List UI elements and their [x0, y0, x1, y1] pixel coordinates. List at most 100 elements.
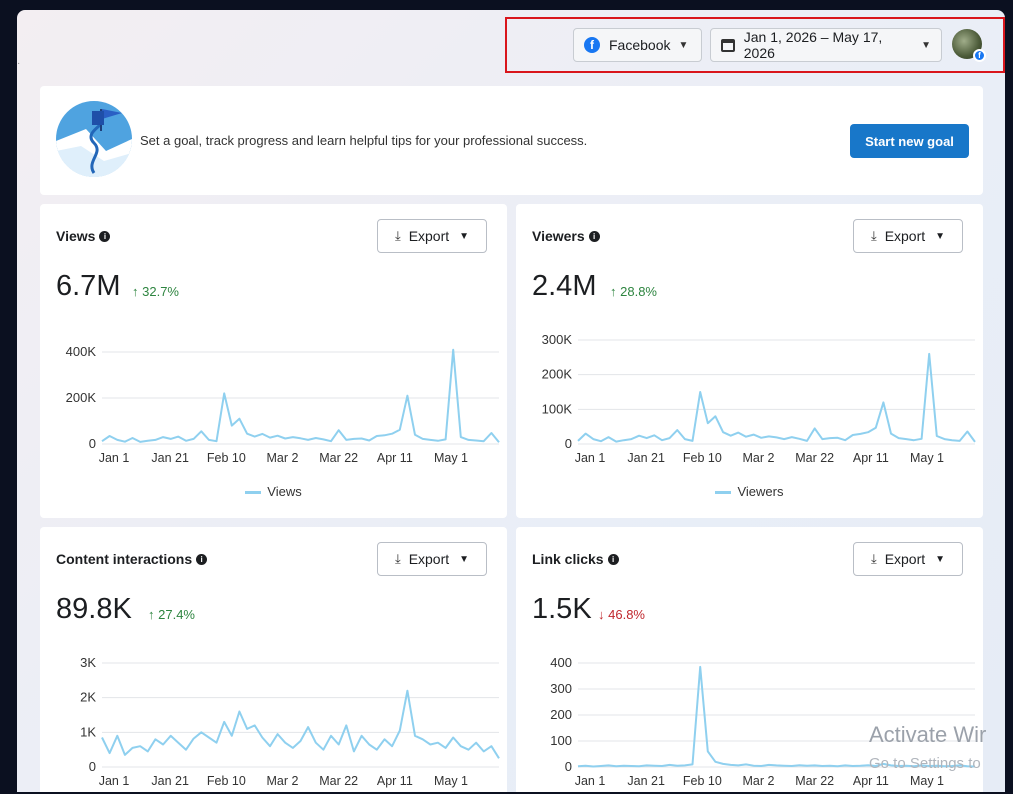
x-tick-label: Mar 22 [319, 774, 358, 788]
x-tick-label: Apr 11 [377, 774, 413, 788]
viewers-chart: 0 100K 200K 300K Jan 1 Jan 21 Feb 10 Mar 2 Mar 2… [542, 332, 976, 465]
x-tick-label: Feb 10 [207, 451, 246, 465]
metric-change: ↓ 46.8% [598, 607, 645, 622]
export-button[interactable]: ⤓ Export ▼ [377, 542, 487, 576]
download-icon: ⤓ [394, 228, 401, 243]
y-tick-label: 200 [550, 707, 572, 722]
chevron-down-icon: ▼ [935, 553, 946, 565]
metric-change: ↑ 32.7% [132, 284, 179, 299]
x-tick-label: Jan 21 [151, 451, 189, 465]
metric-change: ↑ 28.8% [610, 284, 657, 299]
metric-value: 6.7M [56, 270, 121, 302]
legend-swatch [245, 491, 262, 495]
x-tick-label: Mar 2 [743, 774, 775, 788]
x-tick-label: Jan 21 [627, 451, 665, 465]
x-tick-label: Feb 10 [683, 774, 722, 788]
viewers-card: Viewers i ⤓ Export ▼ 2.4M ↑ 28.8% 0 100K 2… [516, 204, 983, 518]
x-tick-label: Mar 2 [267, 774, 299, 788]
download-icon: ⤓ [870, 551, 877, 566]
card-title-text: Viewers [532, 228, 585, 244]
card-title: Viewers i [532, 228, 600, 244]
card-title: Views i [56, 228, 111, 244]
info-icon[interactable]: i [196, 553, 208, 565]
metric-change-value: 27.4% [158, 607, 195, 622]
export-button[interactable]: ⤓ Export ▼ [853, 542, 963, 576]
info-icon[interactable]: i [588, 230, 600, 242]
x-tick-label: Mar 22 [795, 451, 834, 465]
date-range-label: Jan 1, 2026 – May 17, 2026 [743, 29, 883, 61]
info-icon[interactable]: i [607, 553, 619, 565]
x-tick-label: May 1 [434, 774, 468, 788]
y-tick-label: 3K [80, 655, 96, 670]
topbar-highlight: f Facebook ▼ Jan 1, 2026 – May 17, 2026 … [505, 17, 1005, 73]
y-tick-label: 400 [550, 655, 572, 670]
export-label: Export [408, 551, 450, 567]
metric-value: 89.8K [56, 593, 132, 625]
x-tick-label: Jan 1 [575, 451, 606, 465]
chart-legend: Views [40, 484, 507, 499]
export-label: Export [408, 228, 450, 244]
export-label: Export [884, 228, 926, 244]
x-tick-label: May 1 [910, 774, 944, 788]
metric-change: ↑ 27.4% [148, 607, 195, 622]
x-tick-label: Jan 21 [627, 774, 665, 788]
avatar[interactable]: f [952, 29, 986, 62]
info-icon[interactable]: i [99, 230, 111, 242]
series-line [577, 352, 976, 443]
x-tick-label: May 1 [910, 451, 944, 465]
y-tick-label: 100 [550, 733, 572, 748]
y-tick-label: 300K [542, 332, 573, 347]
platform-label: Facebook [609, 37, 671, 53]
calendar-icon [721, 38, 735, 52]
x-tick-label: Mar 2 [743, 451, 775, 465]
x-tick-label: Feb 10 [683, 451, 722, 465]
chart-legend: Viewers [516, 484, 983, 499]
start-new-goal-button[interactable]: Start new goal [850, 124, 969, 158]
y-tick-label: 2K [80, 690, 96, 705]
x-tick-label: May 1 [434, 451, 468, 465]
y-tick-label: 200K [542, 367, 573, 382]
card-title: Link clicks i [532, 551, 619, 567]
goal-description: Set a goal, track progress and learn hel… [140, 133, 588, 148]
y-tick-label: 1K [80, 724, 96, 739]
link-clicks-card: Link clicks i ⤓ Export ▼ 1.5K ↓ 46.8% 0 1… [516, 527, 983, 792]
views-chart: 0 200K 400K Jan 1 Jan 21 Feb 10 Mar 2 Mar 22 Apr… [66, 344, 500, 465]
x-tick-label: Jan 1 [99, 451, 130, 465]
facebook-icon: f [584, 37, 600, 53]
chevron-down-icon: ▼ [921, 39, 931, 51]
chevron-down-icon: ▼ [935, 230, 946, 242]
x-tick-label: Mar 22 [795, 774, 834, 788]
x-tick-label: Apr 11 [853, 774, 889, 788]
side-mark: · [17, 58, 21, 69]
date-range-dropdown[interactable]: Jan 1, 2026 – May 17, 2026 ▼ [710, 28, 942, 62]
y-tick-label: 0 [89, 759, 96, 774]
platform-dropdown[interactable]: f Facebook ▼ [573, 28, 702, 62]
content-interactions-card: Content interactions i ⤓ Export ▼ 89.8K … [40, 527, 507, 792]
x-tick-label: Jan 1 [575, 774, 606, 788]
y-tick-label: 300 [550, 681, 572, 696]
metric-change-value: 46.8% [608, 607, 645, 622]
x-tick-label: Apr 11 [377, 451, 413, 465]
export-button[interactable]: ⤓ Export ▼ [853, 219, 963, 253]
windows-watermark: Activate Wir [869, 722, 987, 747]
app-screen: · f Facebook ▼ Jan 1, 2026 – May 17, 202… [17, 10, 1005, 792]
series-line [101, 348, 500, 443]
x-tick-label: Mar 2 [267, 451, 299, 465]
series-line [101, 689, 500, 759]
card-title-text: Views [56, 228, 96, 244]
metric-change-value: 32.7% [142, 284, 179, 299]
content-interactions-chart: 0 1K 2K 3K Jan 1 Jan 21 Feb 10 Mar 2 Mar 22 Apr 1… [80, 655, 500, 788]
export-button[interactable]: ⤓ Export ▼ [377, 219, 487, 253]
y-tick-label: 0 [565, 436, 572, 451]
legend-label: Viewers [737, 484, 784, 499]
series-line [577, 665, 976, 768]
facebook-badge-icon: f [973, 49, 986, 62]
goal-card: Set a goal, track progress and learn hel… [40, 86, 983, 195]
y-tick-label: 0 [565, 759, 572, 774]
x-tick-label: Jan 1 [99, 774, 130, 788]
views-card: Views i ⤓ Export ▼ 6.7M ↑ 32.7% 0 200K 400… [40, 204, 507, 518]
y-tick-label: 400K [66, 344, 97, 359]
goal-illustration [56, 101, 132, 177]
legend-swatch [715, 491, 732, 495]
legend-label: Views [267, 484, 302, 499]
